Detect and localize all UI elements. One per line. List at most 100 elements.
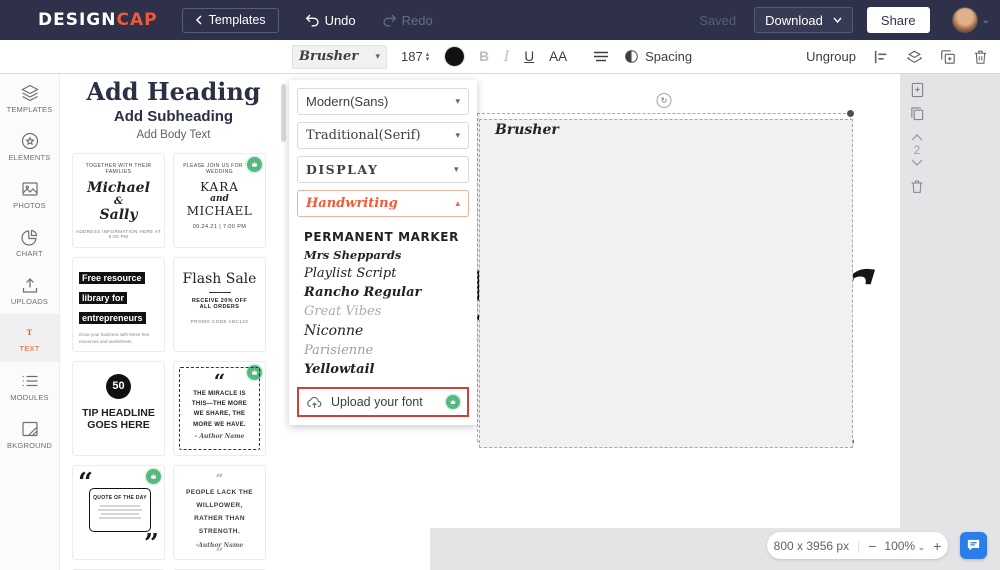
align-lines-icon [594,51,609,61]
zoom-out-button[interactable]: − [868,538,876,554]
page-up-button[interactable] [911,133,923,141]
text-template-card[interactable]: Flash Sale RECEIVE 20% OFF ALL ORDERS PR… [173,257,266,352]
templates-back-button[interactable]: Templates [181,7,279,33]
undo-button[interactable]: Undo [305,13,356,28]
card-bar-text: entrepreneurs [79,312,146,324]
premium-crown-icon [446,395,460,409]
font-option-rancho-regular[interactable]: Rancho Regular [289,283,477,302]
card-bar-text: Free resource [79,272,145,284]
premium-crown-icon [247,157,262,172]
account-chevron-down-icon[interactable]: ⌄ [982,15,990,26]
chevron-down-icon: ▾ [455,130,460,141]
font-option-mrs-sheppards[interactable]: Mrs Sheppards [289,246,477,264]
font-option-yellowtail[interactable]: Yellowtail [289,360,477,379]
font-category-handwriting[interactable]: Handwriting ▴ [297,190,469,217]
duplicate-page-button[interactable] [910,106,925,121]
sidebar-item-bkground[interactable]: BKGROUND [0,410,59,458]
uploads-icon [22,277,37,293]
upload-your-font-button[interactable]: Upload your font [297,387,469,417]
underline-button[interactable]: U [524,49,534,64]
card-line: Sally [99,207,138,223]
canvas-dimensions: 800 x 3956 px [773,538,850,553]
align-objects-button[interactable] [873,49,889,65]
bold-button[interactable]: B [479,49,489,64]
text-template-card[interactable]: PLEASE JOIN US FOR THE WEDDING KARA and … [173,153,266,248]
text-case-button[interactable]: AA [549,49,567,64]
font-category-display[interactable]: DISPLAY ▾ [297,156,469,183]
designcap-logo[interactable]: DESIGNCAP [38,10,158,30]
font-option-playlist-script[interactable]: Playlist Script [289,264,477,283]
font-size-stepper[interactable]: 187 ▴ ▾ [401,49,429,64]
font-option-niconne[interactable]: Niconne [289,321,477,341]
duplicate-icon [941,49,955,64]
text-template-card[interactable]: Free resource library for entrepreneurs … [72,257,165,352]
spacing-label[interactable]: Spacing [645,49,692,64]
font-list: PERMANENT MARKER Brusher Mrs Sheppards P… [289,119,853,448]
chat-support-button[interactable] [960,532,987,559]
zoom-level-select[interactable]: 100% ⌄ [884,539,925,553]
card-line: GOES HERE [87,419,150,431]
spacing-button[interactable] [624,49,639,64]
add-subheading-button[interactable]: Add Subheading [60,106,287,127]
rotate-handle[interactable]: ↻ [656,93,672,108]
top-navbar: DESIGNCAP Templates Undo Redo Saved Down… [0,0,1000,40]
text-align-button[interactable] [593,51,609,63]
category-label: DISPLAY [306,162,379,177]
font-family-select[interactable]: Brusher ▾ [292,44,387,69]
font-option-great-vibes[interactable]: Great Vibes [289,302,477,321]
text-color-swatch[interactable] [445,47,465,66]
ungroup-button[interactable]: Ungroup [806,49,856,64]
quote-mark: “ [215,472,224,487]
sidebar-item-chart[interactable]: CHART [0,218,59,266]
premium-crown-icon [146,469,161,484]
card-line: Michael [87,180,150,196]
text-template-card[interactable]: TOGETHER WITH THEIR FAMILIES Michael & S… [72,153,165,248]
text-template-card[interactable]: “ QUOTE OF THE DAY ” [72,465,165,560]
add-heading-button[interactable]: Add Heading [60,74,287,106]
share-button[interactable]: Share [866,7,930,33]
text-template-grid: TOGETHER WITH THEIR FAMILIES Michael & S… [60,144,287,570]
chevron-left-icon [195,15,202,25]
sidebar-item-label: TEMPLATES [6,104,53,114]
font-option-parisienne[interactable]: Parisienne [289,341,477,360]
sidebar-item-elements[interactable]: ELEMENTS [0,122,59,170]
chevron-down-icon: ▾ [455,96,460,106]
sidebar-item-uploads[interactable]: UPLOADS [0,266,59,314]
page-down-button[interactable] [911,159,923,167]
sidebar-item-text[interactable]: T TEXT [0,314,59,362]
font-option-permanent-marker[interactable]: PERMANENT MARKER [289,228,477,246]
sidebar-item-templates[interactable]: TEMPLATES [0,74,59,122]
canvas-extension [287,528,430,570]
text-template-card[interactable]: “ PEOPLE LACK THE WILLPOWER, RATHER THAN… [173,465,266,560]
zoom-in-button[interactable]: + [933,538,941,554]
text-panel: Add Heading Add Subheading Add Body Text… [60,74,287,570]
font-category-traditional-serif[interactable]: Traditional(Serif) ▾ [297,122,469,149]
align-left-edge-icon [874,50,887,63]
avatar[interactable] [951,7,978,33]
font-option-brusher[interactable]: Brusher [479,119,853,448]
category-label: Traditional(Serif) [306,128,421,143]
font-category-modern-sans[interactable]: Modern(Sans) ▾ [297,88,469,115]
cloud-upload-icon [307,397,322,408]
delete-button[interactable] [973,49,988,65]
duplicate-button[interactable] [940,49,956,65]
redo-icon [383,14,396,27]
italic-button[interactable]: I [504,49,509,65]
delete-page-button[interactable] [910,179,924,194]
canvas-status-pill: 800 x 3956 px | − 100% ⌄ + [767,532,948,559]
trash-icon [974,50,987,64]
panel-scrollbar[interactable] [281,84,286,142]
redo-button[interactable]: Redo [382,13,433,28]
add-page-button[interactable] [910,82,925,98]
add-body-text-button[interactable]: Add Body Text [60,127,287,144]
layer-order-button[interactable] [906,49,923,65]
stepper-arrows-icon[interactable]: ▴ ▾ [426,51,430,63]
sidebar-item-modules[interactable]: MODULES [0,362,59,410]
templates-label: Templates [208,13,266,27]
download-button[interactable]: Download [754,7,853,33]
resize-handle[interactable] [847,110,854,117]
redo-label: Redo [401,12,433,28]
text-template-card[interactable]: 50 TIP HEADLINE GOES HERE [72,361,165,456]
text-template-card[interactable]: “ THE MIRACLE IS THIS—THE MORE WE SHARE,… [173,361,266,456]
sidebar-item-photos[interactable]: PHOTOS [0,170,59,218]
